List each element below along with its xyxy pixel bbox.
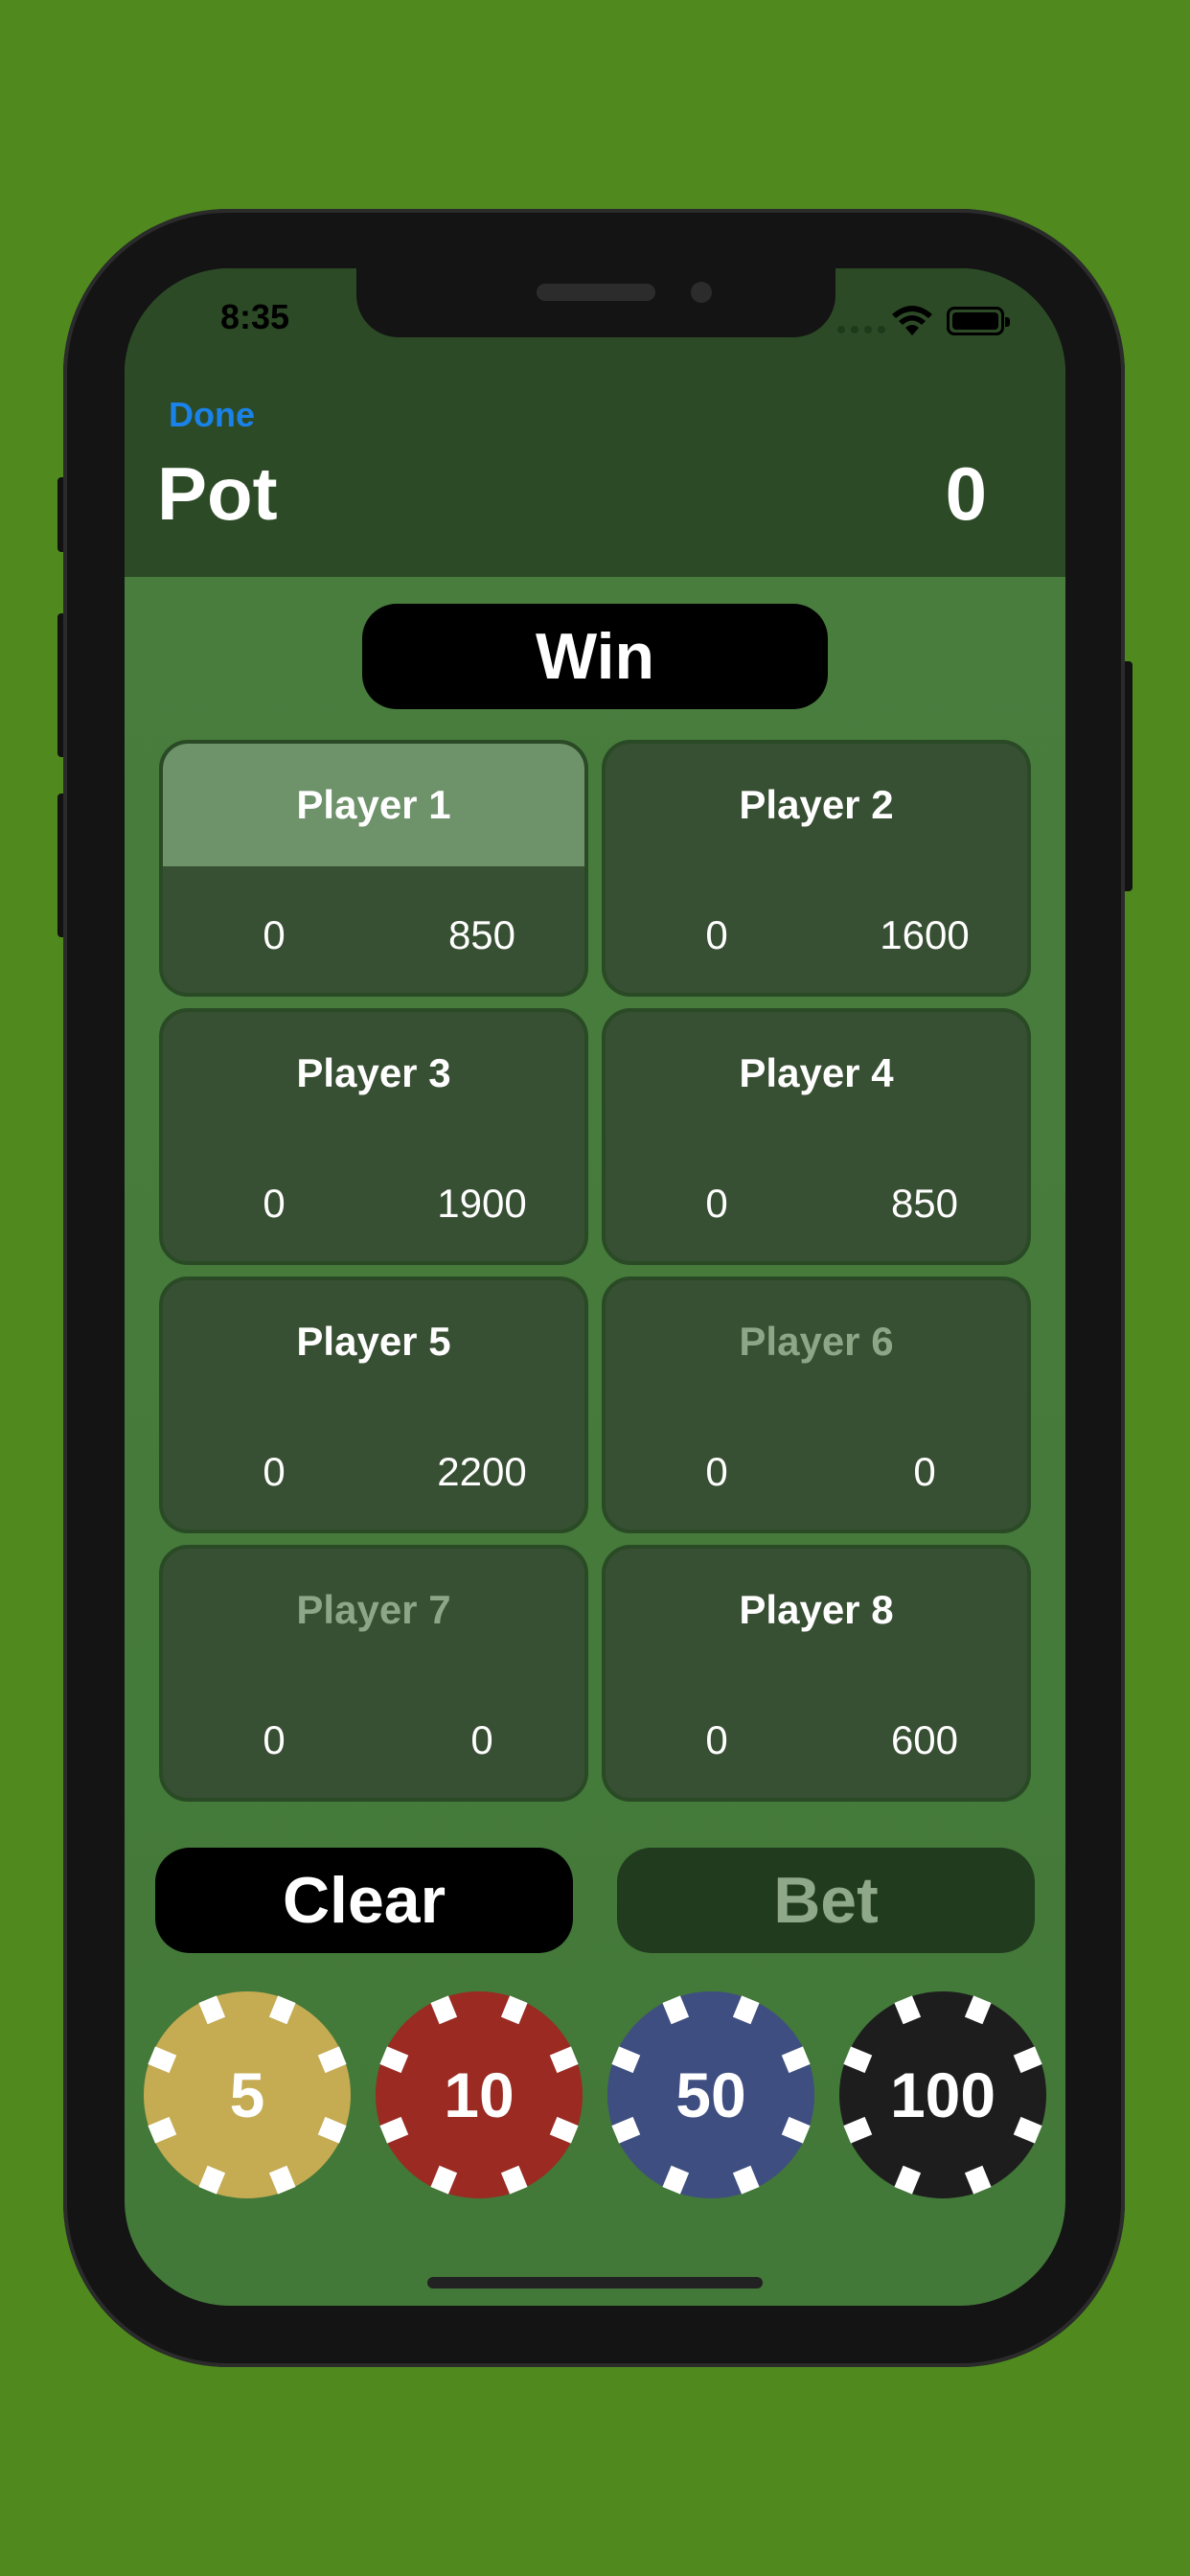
player-grid: Player 1 0 850 Player 2 0 1600 Player 3 … [159, 740, 1031, 1802]
player-card[interactable]: Player 5 0 2200 [159, 1276, 588, 1533]
chip-5[interactable]: 5 [142, 1990, 353, 2200]
chip-50[interactable]: 50 [606, 1990, 816, 2200]
player-card[interactable]: Player 8 0 600 [602, 1545, 1031, 1802]
chip-100[interactable]: 100 [837, 1990, 1048, 2200]
player-stack: 1600 [880, 912, 970, 957]
player-bet: 0 [263, 1181, 286, 1226]
chip-value: 5 [229, 2059, 265, 2130]
player-card[interactable]: Player 1 0 850 [159, 740, 588, 997]
signal-dots-icon [837, 326, 885, 334]
chip-10[interactable]: 10 [374, 1990, 584, 2200]
pot-value: 0 [945, 451, 987, 536]
win-button[interactable]: Win [362, 604, 828, 709]
player-card[interactable]: Player 2 0 1600 [602, 740, 1031, 997]
player-bet: 0 [263, 1449, 286, 1494]
pot-title: Pot [157, 451, 278, 536]
player-name: Player 3 [296, 1050, 451, 1095]
player-name: Player 1 [163, 744, 584, 866]
player-bet: 0 [705, 1449, 728, 1494]
bet-button[interactable]: Bet [617, 1848, 1035, 1953]
player-name: Player 4 [739, 1050, 894, 1095]
player-stack: 0 [913, 1449, 936, 1494]
player-card[interactable]: Player 7 0 0 [159, 1545, 588, 1802]
clear-button[interactable]: Clear [155, 1848, 573, 1953]
chip-value: 100 [889, 2059, 996, 2130]
player-stack: 600 [890, 1717, 959, 1762]
player-name: Player 7 [296, 1587, 451, 1632]
player-card[interactable]: Player 3 0 1900 [159, 1008, 588, 1265]
player-name: Player 6 [739, 1319, 894, 1364]
player-bet: 0 [705, 1181, 728, 1226]
player-stack: 850 [890, 1181, 959, 1226]
player-stack: 1900 [437, 1181, 527, 1226]
notch [356, 268, 835, 337]
player-name: Player 5 [296, 1319, 451, 1364]
camera [691, 282, 712, 303]
battery-icon [947, 307, 1010, 335]
player-bet: 0 [705, 1717, 728, 1762]
chip-value: 50 [675, 2059, 746, 2130]
wifi-icon [892, 306, 932, 335]
status-time: 8:35 [220, 297, 290, 336]
player-stack: 850 [447, 912, 516, 957]
player-card[interactable]: Player 4 0 850 [602, 1008, 1031, 1265]
player-stack: 2200 [437, 1449, 527, 1494]
player-stack: 0 [470, 1717, 493, 1762]
stage: 8:35 Done Pot 0 Win Player 1 0 850 Playe… [0, 0, 1190, 2576]
home-indicator[interactable] [427, 2277, 763, 2288]
player-card[interactable]: Player 6 0 0 [602, 1276, 1031, 1533]
player-name: Player 8 [739, 1587, 894, 1632]
speaker [537, 284, 655, 301]
screen: 8:35 Done Pot 0 Win Player 1 0 850 Playe… [125, 268, 1065, 2306]
player-bet: 0 [705, 912, 728, 957]
player-bet: 0 [263, 912, 286, 957]
player-bet: 0 [263, 1717, 286, 1762]
done-button[interactable]: Done [169, 395, 255, 435]
chip-value: 10 [444, 2059, 515, 2130]
player-name: Player 2 [739, 782, 894, 827]
